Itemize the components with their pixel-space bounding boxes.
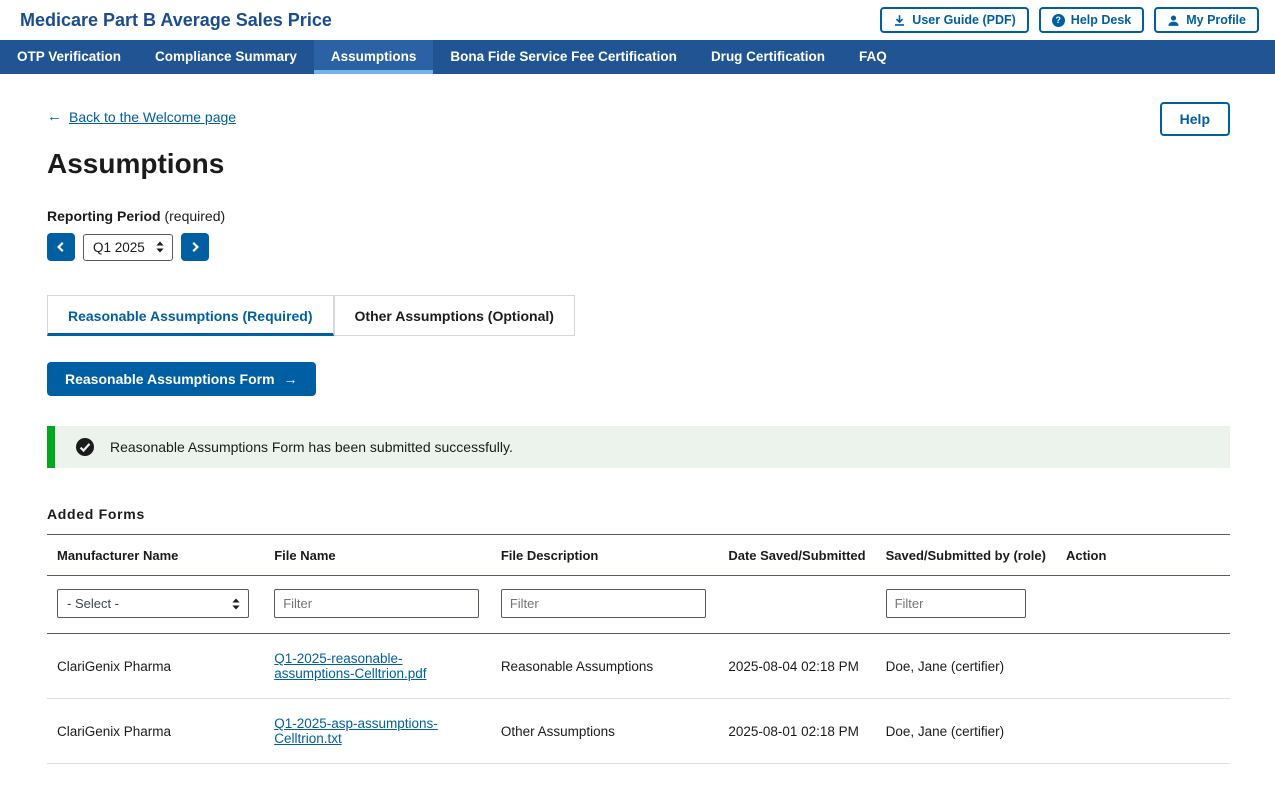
reporting-period-controls: Q1 2025 [47,233,1230,261]
saved-by-filter-input[interactable] [886,589,1026,618]
reporting-period-required-note: (required) [164,208,225,224]
reporting-period-select-wrap: Q1 2025 [83,234,173,261]
app-title: Medicare Part B Average Sales Price [20,10,332,31]
manufacturer-filter-wrap: - Select - [57,589,249,618]
column-header-file-description: File Description [491,535,719,576]
table-row: ClariGenix Pharma Q1-2025-asp-assumption… [47,699,1230,764]
date-filter-cell [718,576,875,634]
table-filter-row: - Select - [47,576,1230,634]
chevron-right-icon [189,241,201,253]
manufacturer-filter-cell: - Select - [47,576,264,634]
table-row: ClariGenix Pharma Q1-2025-reasonable-ass… [47,634,1230,699]
saved-by-cell: Doe, Jane (certifier) [876,634,1056,699]
added-forms-title: Added Forms [47,506,1230,522]
file-description-filter-input[interactable] [501,589,706,618]
main-content: ← Back to the Welcome page Help Assumpti… [0,74,1275,804]
my-profile-label: My Profile [1186,12,1246,28]
nav-item-assumptions[interactable]: Assumptions [314,40,434,74]
back-arrow-icon: ← [47,108,62,125]
page-title: Assumptions [47,148,1230,180]
action-filter-cell [1056,576,1230,634]
success-message: Reasonable Assumptions Form has been sub… [110,439,513,455]
success-alert: Reasonable Assumptions Form has been sub… [47,426,1230,468]
page-top-row: ← Back to the Welcome page Help [47,102,1230,136]
column-header-action: Action [1056,535,1230,576]
added-forms-table: Manufacturer Name File Name File Descrip… [47,534,1230,764]
chevron-left-icon [55,241,67,253]
nav-item-otp-verification[interactable]: OTP Verification [0,40,138,74]
nav-item-compliance-summary[interactable]: Compliance Summary [138,40,314,74]
right-arrow-icon: → [284,371,298,387]
file-link[interactable]: Q1-2025-asp-assumptions-Celltrion.txt [274,716,438,746]
help-desk-label: Help Desk [1071,12,1131,28]
manufacturer-cell: ClariGenix Pharma [47,634,264,699]
reporting-period-label: Reporting Period (required) [47,208,1230,224]
next-period-button[interactable] [181,233,209,261]
manufacturer-filter-select[interactable]: - Select - [57,589,249,618]
tab-reasonable-assumptions[interactable]: Reasonable Assumptions (Required) [47,295,334,336]
file-name-cell: Q1-2025-asp-assumptions-Celltrion.txt [264,699,491,764]
file-link[interactable]: Q1-2025-reasonable-assumptions-Celltrion… [274,651,426,681]
nav-item-drug-certification[interactable]: Drug Certification [694,40,842,74]
download-icon [893,14,906,27]
person-icon [1167,14,1180,27]
nav-item-bona-fide-service-fee-certification[interactable]: Bona Fide Service Fee Certification [433,40,694,74]
date-saved-cell: 2025-08-04 02:18 PM [718,634,875,699]
file-name-filter-input[interactable] [274,589,479,618]
help-button[interactable]: Help [1160,102,1230,136]
column-header-date-saved: Date Saved/Submitted [718,535,875,576]
reporting-period-select[interactable]: Q1 2025 [83,234,173,261]
file-description-cell: Reasonable Assumptions [491,634,719,699]
header-actions: User Guide (PDF) ? Help Desk My Profile [880,7,1259,33]
reasonable-assumptions-form-button[interactable]: Reasonable Assumptions Form → [47,362,316,396]
file-name-filter-cell [264,576,491,634]
primary-nav: OTP Verification Compliance Summary Assu… [0,40,1275,74]
manufacturer-cell: ClariGenix Pharma [47,699,264,764]
saved-by-cell: Doe, Jane (certifier) [876,699,1056,764]
help-desk-button[interactable]: ? Help Desk [1039,7,1144,33]
column-header-manufacturer-name: Manufacturer Name [47,535,264,576]
date-saved-cell: 2025-08-01 02:18 PM [718,699,875,764]
back-link[interactable]: ← Back to the Welcome page [47,108,236,125]
saved-by-filter-cell [876,576,1056,634]
form-button-label: Reasonable Assumptions Form [65,371,275,387]
table-header-row: Manufacturer Name File Name File Descrip… [47,535,1230,576]
action-cell [1056,699,1230,764]
file-description-filter-cell [491,576,719,634]
previous-period-button[interactable] [47,233,75,261]
user-guide-button[interactable]: User Guide (PDF) [880,7,1029,33]
question-icon: ? [1052,14,1065,27]
nav-item-faq[interactable]: FAQ [842,40,904,74]
app-header: Medicare Part B Average Sales Price User… [0,0,1275,40]
file-name-cell: Q1-2025-reasonable-assumptions-Celltrion… [264,634,491,699]
column-header-file-name: File Name [264,535,491,576]
user-guide-label: User Guide (PDF) [912,12,1016,28]
reporting-period-label-text: Reporting Period [47,208,161,224]
action-cell [1056,634,1230,699]
my-profile-button[interactable]: My Profile [1154,7,1259,33]
back-link-label: Back to the Welcome page [69,109,236,125]
file-description-cell: Other Assumptions [491,699,719,764]
column-header-saved-by: Saved/Submitted by (role) [876,535,1056,576]
assumptions-tabs: Reasonable Assumptions (Required) Other … [47,295,1230,336]
check-circle-icon [75,437,95,457]
tab-other-assumptions[interactable]: Other Assumptions (Optional) [334,295,575,336]
